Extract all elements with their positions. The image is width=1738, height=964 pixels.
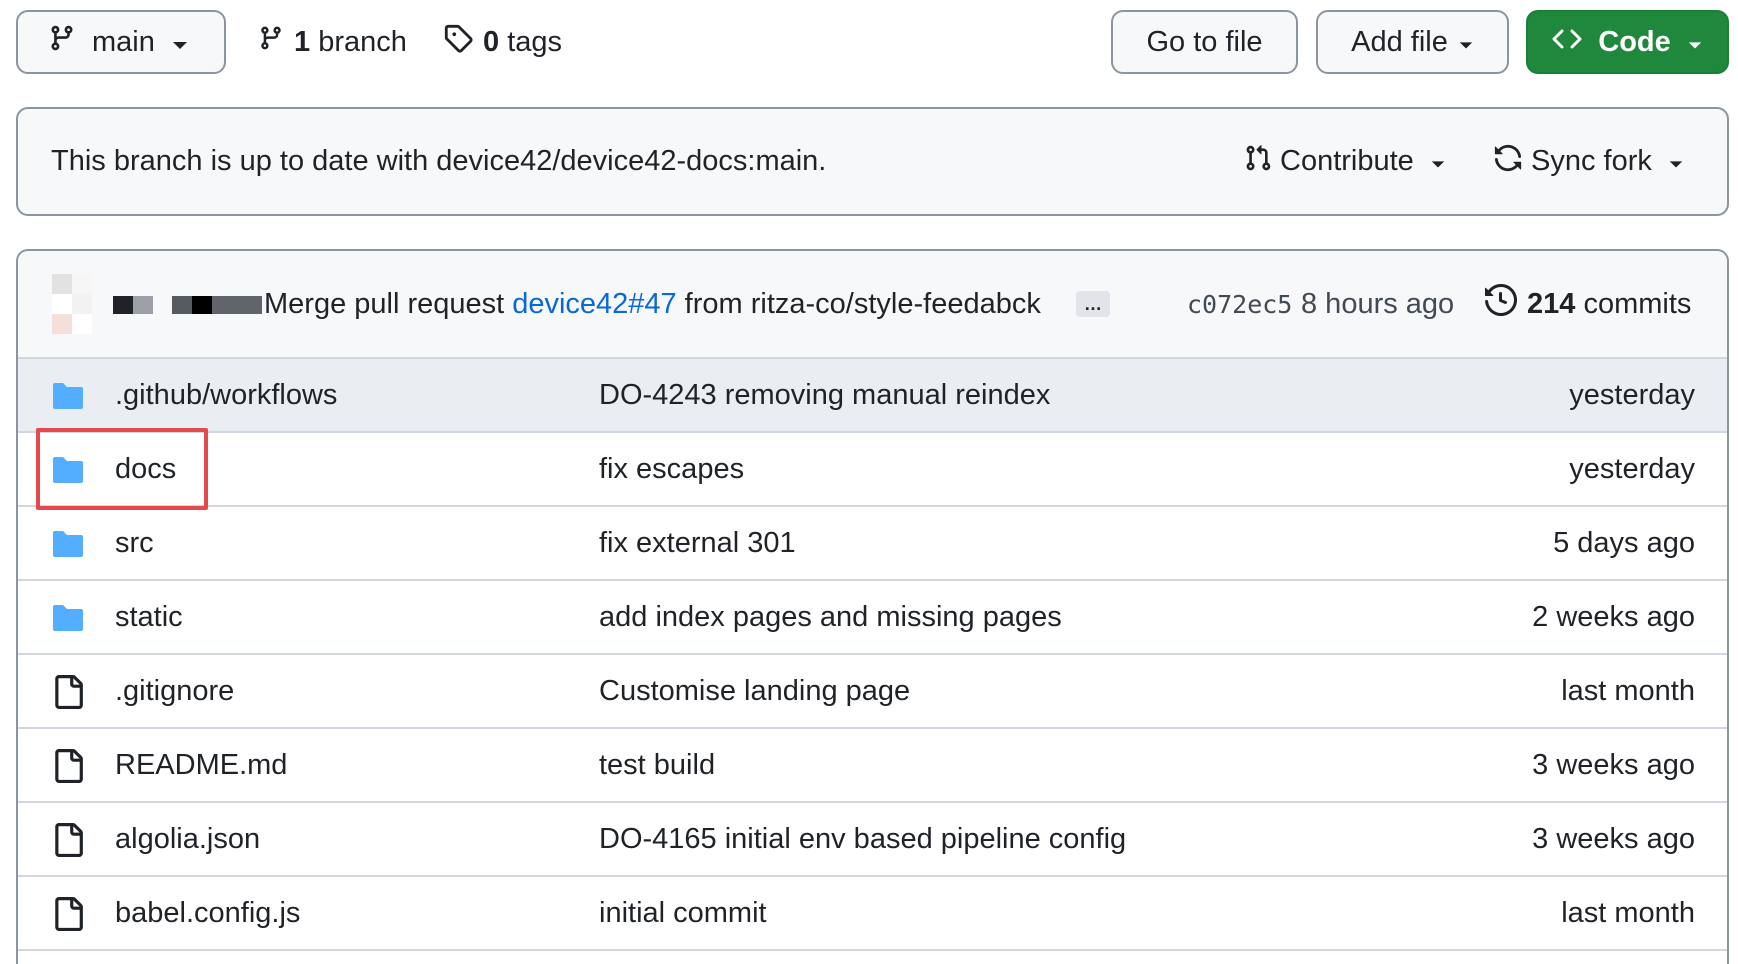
contribute-label: Contribute xyxy=(1280,145,1414,177)
pull-request-link[interactable]: device42#47 xyxy=(512,288,676,321)
commit-sha-link[interactable]: c072ec5 xyxy=(1187,251,1292,357)
file-name-link[interactable]: algolia.json xyxy=(115,803,260,875)
latest-commit-row: Merge pull request device42#47 from ritz… xyxy=(18,251,1727,359)
redacted-author-name xyxy=(113,296,153,314)
caret-down-icon xyxy=(1687,26,1703,59)
file-commit-message[interactable]: fix escapes xyxy=(599,433,744,505)
file-list: Merge pull request device42#47 from ritz… xyxy=(16,249,1729,964)
folder-icon xyxy=(51,603,85,633)
file-row-gitignore[interactable]: .gitignore Customise landing page last m… xyxy=(18,655,1727,729)
add-file-button[interactable]: Add file xyxy=(1316,10,1509,74)
go-to-file-label: Go to file xyxy=(1146,25,1263,58)
file-commit-message[interactable]: fix external 301 xyxy=(599,507,796,579)
sync-fork-button[interactable]: Sync fork xyxy=(1493,109,1684,214)
sync-fork-label: Sync fork xyxy=(1531,145,1652,177)
file-commit-age: 5 days ago xyxy=(1553,526,1695,559)
file-row-src[interactable]: src fix external 301 5 days ago xyxy=(18,507,1727,581)
file-name-link[interactable]: .gitignore xyxy=(115,655,234,727)
branches-count: 1 xyxy=(294,25,311,58)
file-commit-age: 3 weeks ago xyxy=(1532,822,1695,855)
repo-toolbar: main 1 branch 0 tags Go to file Add file xyxy=(0,0,1738,96)
caret-down-icon xyxy=(171,26,189,59)
sync-icon xyxy=(1493,143,1523,181)
file-commit-age: 2 weeks ago xyxy=(1532,600,1695,633)
file-icon xyxy=(51,823,85,857)
commit-time: 8 hours ago xyxy=(1301,287,1455,320)
code-icon xyxy=(1552,26,1582,59)
file-commit-message[interactable]: DO-4243 removing manual reindex xyxy=(599,359,1050,431)
file-row-static[interactable]: static add index pages and missing pages… xyxy=(18,581,1727,655)
redacted-author-name xyxy=(172,296,262,314)
file-commit-age: last month xyxy=(1561,674,1695,707)
tags-link[interactable]: 0 tags xyxy=(443,22,562,62)
file-row-readme[interactable]: README.md test build 3 weeks ago xyxy=(18,729,1727,803)
avatar[interactable] xyxy=(52,274,92,334)
file-commit-age: yesterday xyxy=(1569,378,1695,411)
go-to-file-button[interactable]: Go to file xyxy=(1111,10,1298,74)
file-name-link[interactable]: static xyxy=(115,581,183,653)
commit-message-suffix: from ritza-co/style-feedabck xyxy=(684,287,1041,320)
file-name-link[interactable]: .github/workflows xyxy=(115,359,337,431)
file-name-link[interactable]: README.md xyxy=(115,729,287,801)
git-branch-icon xyxy=(48,22,76,62)
file-name-link[interactable]: docs xyxy=(115,433,176,505)
history-icon xyxy=(1485,283,1518,324)
file-commit-message[interactable]: Customise landing page xyxy=(599,655,910,727)
file-commit-message[interactable]: DO-4165 initial env based pipeline confi… xyxy=(599,803,1126,875)
file-commit-age: last month xyxy=(1561,896,1695,929)
commit-message-prefix: Merge pull request xyxy=(264,287,505,320)
file-commit-message[interactable]: initial commit xyxy=(599,877,767,949)
folder-icon xyxy=(51,529,85,559)
file-row-docs[interactable]: docs fix escapes yesterday xyxy=(18,433,1727,507)
branches-link[interactable]: 1 branch xyxy=(258,22,407,62)
branches-label: branch xyxy=(318,25,407,58)
tags-label: tags xyxy=(507,25,563,58)
tags-count: 0 xyxy=(483,25,500,58)
git-branch-icon xyxy=(258,23,284,61)
caret-down-icon xyxy=(1430,145,1446,178)
commit-message[interactable]: Merge pull request device42#47 from ritz… xyxy=(264,251,1041,357)
file-row-github-workflows[interactable]: .github/workflows DO-4243 removing manua… xyxy=(18,359,1727,433)
file-commit-age: yesterday xyxy=(1569,452,1695,485)
file-icon xyxy=(51,675,85,709)
branch-select-button[interactable]: main xyxy=(16,10,226,74)
file-commit-message[interactable]: add index pages and missing pages xyxy=(599,581,1062,653)
fork-status-text: This branch is up to date with device42/… xyxy=(51,145,827,177)
contribute-button[interactable]: Contribute xyxy=(1244,109,1446,214)
file-name-link[interactable]: babel.config.js xyxy=(115,877,300,949)
caret-down-icon xyxy=(1458,26,1474,59)
add-file-label: Add file xyxy=(1351,25,1448,58)
file-commit-message[interactable]: test build xyxy=(599,729,715,801)
file-row-babel-config[interactable]: babel.config.js initial commit last mont… xyxy=(18,877,1727,951)
code-label: Code xyxy=(1598,25,1671,58)
commits-history-link[interactable]: 214 commits xyxy=(1485,251,1691,357)
repo-file-browser: main 1 branch 0 tags Go to file Add file xyxy=(0,0,1738,964)
commits-count: 214 xyxy=(1527,287,1576,320)
expand-commit-button[interactable]: … xyxy=(1076,291,1110,317)
folder-icon xyxy=(51,381,85,411)
code-button[interactable]: Code xyxy=(1526,10,1729,74)
folder-icon xyxy=(51,455,85,485)
file-icon xyxy=(51,897,85,931)
branch-name: main xyxy=(92,25,155,58)
fork-status-banner: This branch is up to date with device42/… xyxy=(16,107,1729,216)
pull-request-icon xyxy=(1244,143,1272,181)
file-row-algolia[interactable]: algolia.json DO-4165 initial env based p… xyxy=(18,803,1727,877)
tag-icon xyxy=(443,23,473,61)
file-icon xyxy=(51,749,85,783)
caret-down-icon xyxy=(1668,145,1684,178)
commits-label: commits xyxy=(1583,287,1692,320)
file-commit-age: 3 weeks ago xyxy=(1532,748,1695,781)
file-name-link[interactable]: src xyxy=(115,507,154,579)
